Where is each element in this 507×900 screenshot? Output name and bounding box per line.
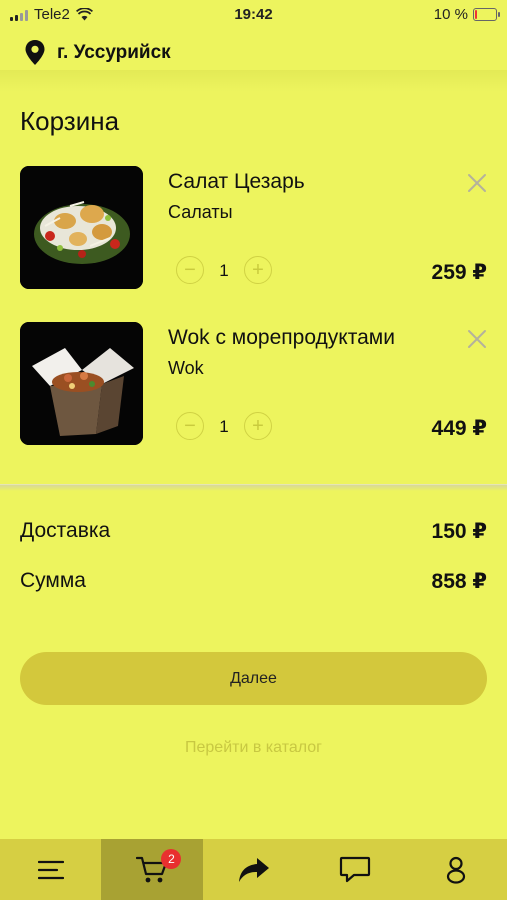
next-button[interactable]: Далее xyxy=(20,652,487,705)
tab-bar: 2 xyxy=(0,839,507,900)
battery-icon xyxy=(473,8,500,21)
delivery-label: Доставка xyxy=(20,519,111,542)
tab-share[interactable] xyxy=(203,839,304,900)
item-image xyxy=(20,322,143,445)
cart-count-badge: 2 xyxy=(161,849,182,869)
cart-item: Wok с морепродуктами Wok − 1 + 449 ₽ xyxy=(0,322,507,447)
delivery-value: 150 ₽ xyxy=(431,520,487,543)
menu-icon xyxy=(37,860,64,879)
cart-item: Салат Цезарь Салаты − 1 + 259 ₽ xyxy=(0,166,507,291)
item-price: 449 ₽ xyxy=(431,417,487,440)
minus-icon: − xyxy=(184,415,196,437)
tab-menu[interactable] xyxy=(0,839,101,900)
quantity-value: 1 xyxy=(219,417,229,436)
item-price: 259 ₽ xyxy=(431,261,487,284)
decrease-quantity-button[interactable]: − xyxy=(176,256,204,284)
tab-profile[interactable] xyxy=(406,839,507,900)
increase-quantity-button[interactable]: + xyxy=(244,412,272,440)
status-time: 19:42 xyxy=(234,6,273,23)
location-pin-icon xyxy=(25,40,45,65)
header-shadow xyxy=(0,70,507,92)
page-title: Корзина xyxy=(20,106,120,136)
share-arrow-icon xyxy=(238,857,269,882)
status-right: 10 % xyxy=(433,6,500,23)
item-name: Салат Цезарь xyxy=(168,170,305,193)
chat-icon xyxy=(339,856,371,882)
quantity-value: 1 xyxy=(219,261,229,280)
delivery-row: Доставка 150 ₽ xyxy=(20,519,487,544)
item-name: Wok с морепродуктами xyxy=(168,326,395,349)
city-name: г. Уссурийск xyxy=(57,41,171,63)
remove-item-icon[interactable] xyxy=(464,170,490,196)
total-row: Сумма 858 ₽ xyxy=(20,569,487,594)
battery-percent: 10 % xyxy=(433,6,468,23)
battery-fill xyxy=(475,10,477,19)
wok-seafood-box-photo xyxy=(20,322,143,445)
increase-quantity-button[interactable]: + xyxy=(244,256,272,284)
go-to-catalog-link[interactable]: Перейти в каталог xyxy=(0,739,507,757)
decrease-quantity-button[interactable]: − xyxy=(176,412,204,440)
location-selector[interactable]: г. Уссурийск xyxy=(25,40,171,65)
caesar-salad-photo xyxy=(20,166,143,289)
minus-icon: − xyxy=(184,259,196,281)
tab-chat[interactable] xyxy=(304,839,405,900)
status-bar: Tele2 19:42 10 % xyxy=(0,0,507,30)
profile-icon xyxy=(447,856,466,884)
item-category: Wok xyxy=(168,358,204,378)
item-category: Салаты xyxy=(168,202,233,222)
remove-item-icon[interactable] xyxy=(464,326,490,352)
plus-icon: + xyxy=(252,259,264,281)
tab-cart[interactable]: 2 xyxy=(101,839,203,900)
total-label: Сумма xyxy=(20,569,86,592)
plus-icon: + xyxy=(252,415,264,437)
item-image xyxy=(20,166,143,289)
total-value: 858 ₽ xyxy=(431,570,487,593)
divider xyxy=(0,484,507,491)
